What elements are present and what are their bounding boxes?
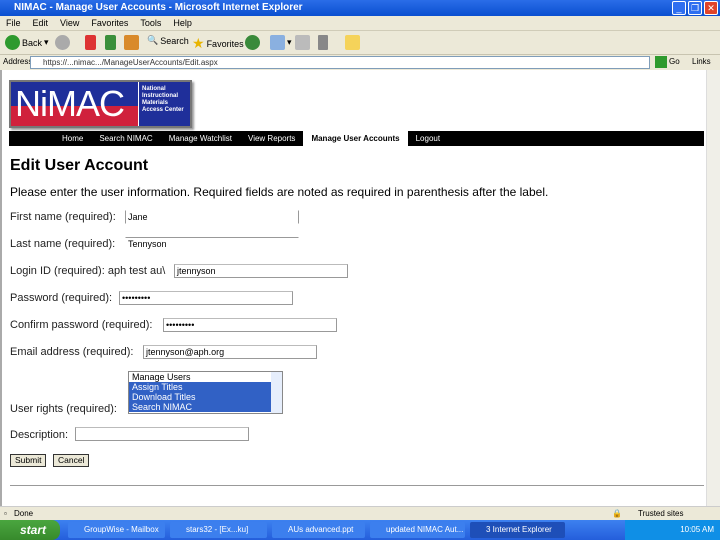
page-content: NiMAC National Instructional Materials A…	[0, 70, 706, 506]
search-icon: 🔍	[147, 35, 159, 45]
address-bar: Address https://...nimac.../ManageUserAc…	[0, 55, 720, 70]
task-updated-nimac[interactable]: updated NIMAC Aut...	[370, 522, 465, 538]
description-label: Description:	[10, 429, 69, 441]
nav-manage-watchlist[interactable]: Manage Watchlist	[161, 131, 240, 146]
nav-view-reports[interactable]: View Reports	[240, 131, 303, 146]
zone-text: Trusted sites	[638, 509, 684, 518]
edit-icon	[318, 35, 328, 50]
folder-icon	[345, 35, 360, 50]
window-title: NIMAC - Manage User Accounts - Microsoft…	[14, 2, 303, 13]
page-icon: ▫	[4, 509, 7, 518]
rights-option[interactable]: Assign Titles	[129, 382, 271, 392]
restore-button[interactable]: ❐	[688, 1, 702, 15]
links-button[interactable]: Links	[692, 57, 711, 66]
menu-favorites[interactable]: Favorites	[91, 18, 128, 28]
clock: 10:05 AM	[680, 525, 714, 534]
edit-button[interactable]	[318, 35, 328, 50]
home-icon	[124, 35, 139, 50]
user-rights-label: User rights (required):	[10, 403, 117, 415]
title-bar: NIMAC - Manage User Accounts - Microsoft…	[0, 0, 720, 16]
task-internet-explorer[interactable]: 3 Internet Explorer	[470, 522, 565, 538]
rights-options: Manage Users Assign Titles Download Titl…	[129, 372, 271, 413]
confirm-password-input[interactable]: •••••••••	[163, 318, 337, 332]
login-id-label: Login ID (required): aph test au\	[10, 265, 166, 277]
favorites-button[interactable]: ★ Favorites	[192, 35, 244, 52]
first-name-input[interactable]: Jane	[125, 210, 299, 224]
refresh-button[interactable]	[105, 35, 116, 50]
toolbar: Back ▾ 🔍 Search ★ Favorites ▾	[0, 31, 720, 55]
address-label: Address	[3, 57, 33, 66]
task-stars32[interactable]: stars32 - [Ex...ku]	[170, 522, 267, 538]
back-button[interactable]: Back ▾	[5, 35, 49, 50]
login-prefix: aph test au\	[107, 265, 166, 277]
submit-button[interactable]: Submit	[10, 454, 47, 467]
history-icon	[245, 35, 260, 50]
search-button[interactable]: 🔍 Search	[147, 35, 189, 46]
address-input[interactable]: https://...nimac.../ManageUserAccounts/E…	[30, 56, 650, 69]
email-input[interactable]: jtennyson@aph.org	[143, 345, 317, 359]
login-id-input[interactable]: jtennyson	[174, 264, 348, 278]
system-tray: 10:05 AM	[625, 520, 720, 540]
cancel-button[interactable]: Cancel	[53, 454, 90, 467]
forward-button[interactable]	[55, 35, 70, 50]
menu-file[interactable]: File	[6, 18, 21, 28]
star-icon: ★	[192, 35, 205, 51]
history-button[interactable]	[245, 35, 260, 50]
divider	[10, 485, 704, 486]
menu-tools[interactable]: Tools	[140, 18, 161, 28]
start-button[interactable]: start	[0, 520, 60, 540]
folder-button[interactable]	[345, 35, 360, 50]
mail-button[interactable]: ▾	[270, 35, 292, 50]
print-icon	[295, 35, 310, 50]
menu-help[interactable]: Help	[173, 18, 192, 28]
rights-option[interactable]: Manage Users	[129, 372, 271, 382]
rights-option[interactable]: Search NIMAC	[129, 402, 271, 412]
menu-view[interactable]: View	[60, 18, 79, 28]
rights-option[interactable]: Download Titles	[129, 392, 271, 402]
status-text: Done	[14, 509, 34, 518]
back-arrow-icon	[5, 35, 20, 50]
user-rights-listbox[interactable]: Manage Users Assign Titles Download Titl…	[128, 371, 283, 414]
lock-icon: 🔒	[612, 509, 622, 518]
status-bar: ▫ Done 🔒 Trusted sites	[0, 506, 720, 520]
stop-button[interactable]	[85, 35, 96, 50]
confirm-password-label: Confirm password (required):	[10, 319, 153, 331]
intro-text: Please enter the user information. Requi…	[10, 185, 549, 199]
first-name-label: First name (required):	[10, 211, 116, 223]
go-arrow-icon[interactable]	[655, 56, 667, 68]
page-title: Edit User Account	[10, 157, 149, 174]
nav-home[interactable]: Home	[54, 131, 91, 146]
password-input[interactable]: •••••••••	[119, 291, 293, 305]
email-label: Email address (required):	[10, 346, 134, 358]
home-button[interactable]	[124, 35, 139, 50]
last-name-input[interactable]: Tennyson	[125, 237, 299, 251]
menu-bar: File Edit View Favorites Tools Help	[0, 16, 720, 31]
task-aus-ppt[interactable]: AUs advanced.ppt	[272, 522, 365, 538]
refresh-icon	[105, 35, 116, 50]
menu-edit[interactable]: Edit	[33, 18, 49, 28]
taskbar: start GroupWise - Mailbox stars32 - [Ex.…	[0, 520, 720, 540]
close-button[interactable]: ✕	[704, 1, 718, 15]
password-label: Password (required):	[10, 292, 113, 304]
task-groupwise[interactable]: GroupWise - Mailbox	[68, 522, 165, 538]
last-name-label: Last name (required):	[10, 238, 116, 250]
nav-logout[interactable]: Logout	[408, 131, 448, 146]
minimize-button[interactable]: _	[672, 1, 686, 15]
listbox-scrollbar[interactable]	[271, 372, 282, 413]
mail-icon	[270, 35, 285, 50]
nav-search-nimac[interactable]: Search NIMAC	[91, 131, 160, 146]
print-button[interactable]	[295, 35, 310, 50]
description-input[interactable]	[75, 427, 249, 441]
forward-arrow-icon	[55, 35, 70, 50]
nav-bar: Home Search NIMAC Manage Watchlist View …	[9, 131, 704, 146]
nav-manage-user-accounts[interactable]: Manage User Accounts	[303, 131, 408, 146]
nimac-logo[interactable]: NiMAC National Instructional Materials A…	[9, 80, 192, 128]
stop-icon	[85, 35, 96, 50]
go-button[interactable]: Go	[669, 57, 680, 66]
vertical-scrollbar[interactable]	[706, 70, 720, 506]
